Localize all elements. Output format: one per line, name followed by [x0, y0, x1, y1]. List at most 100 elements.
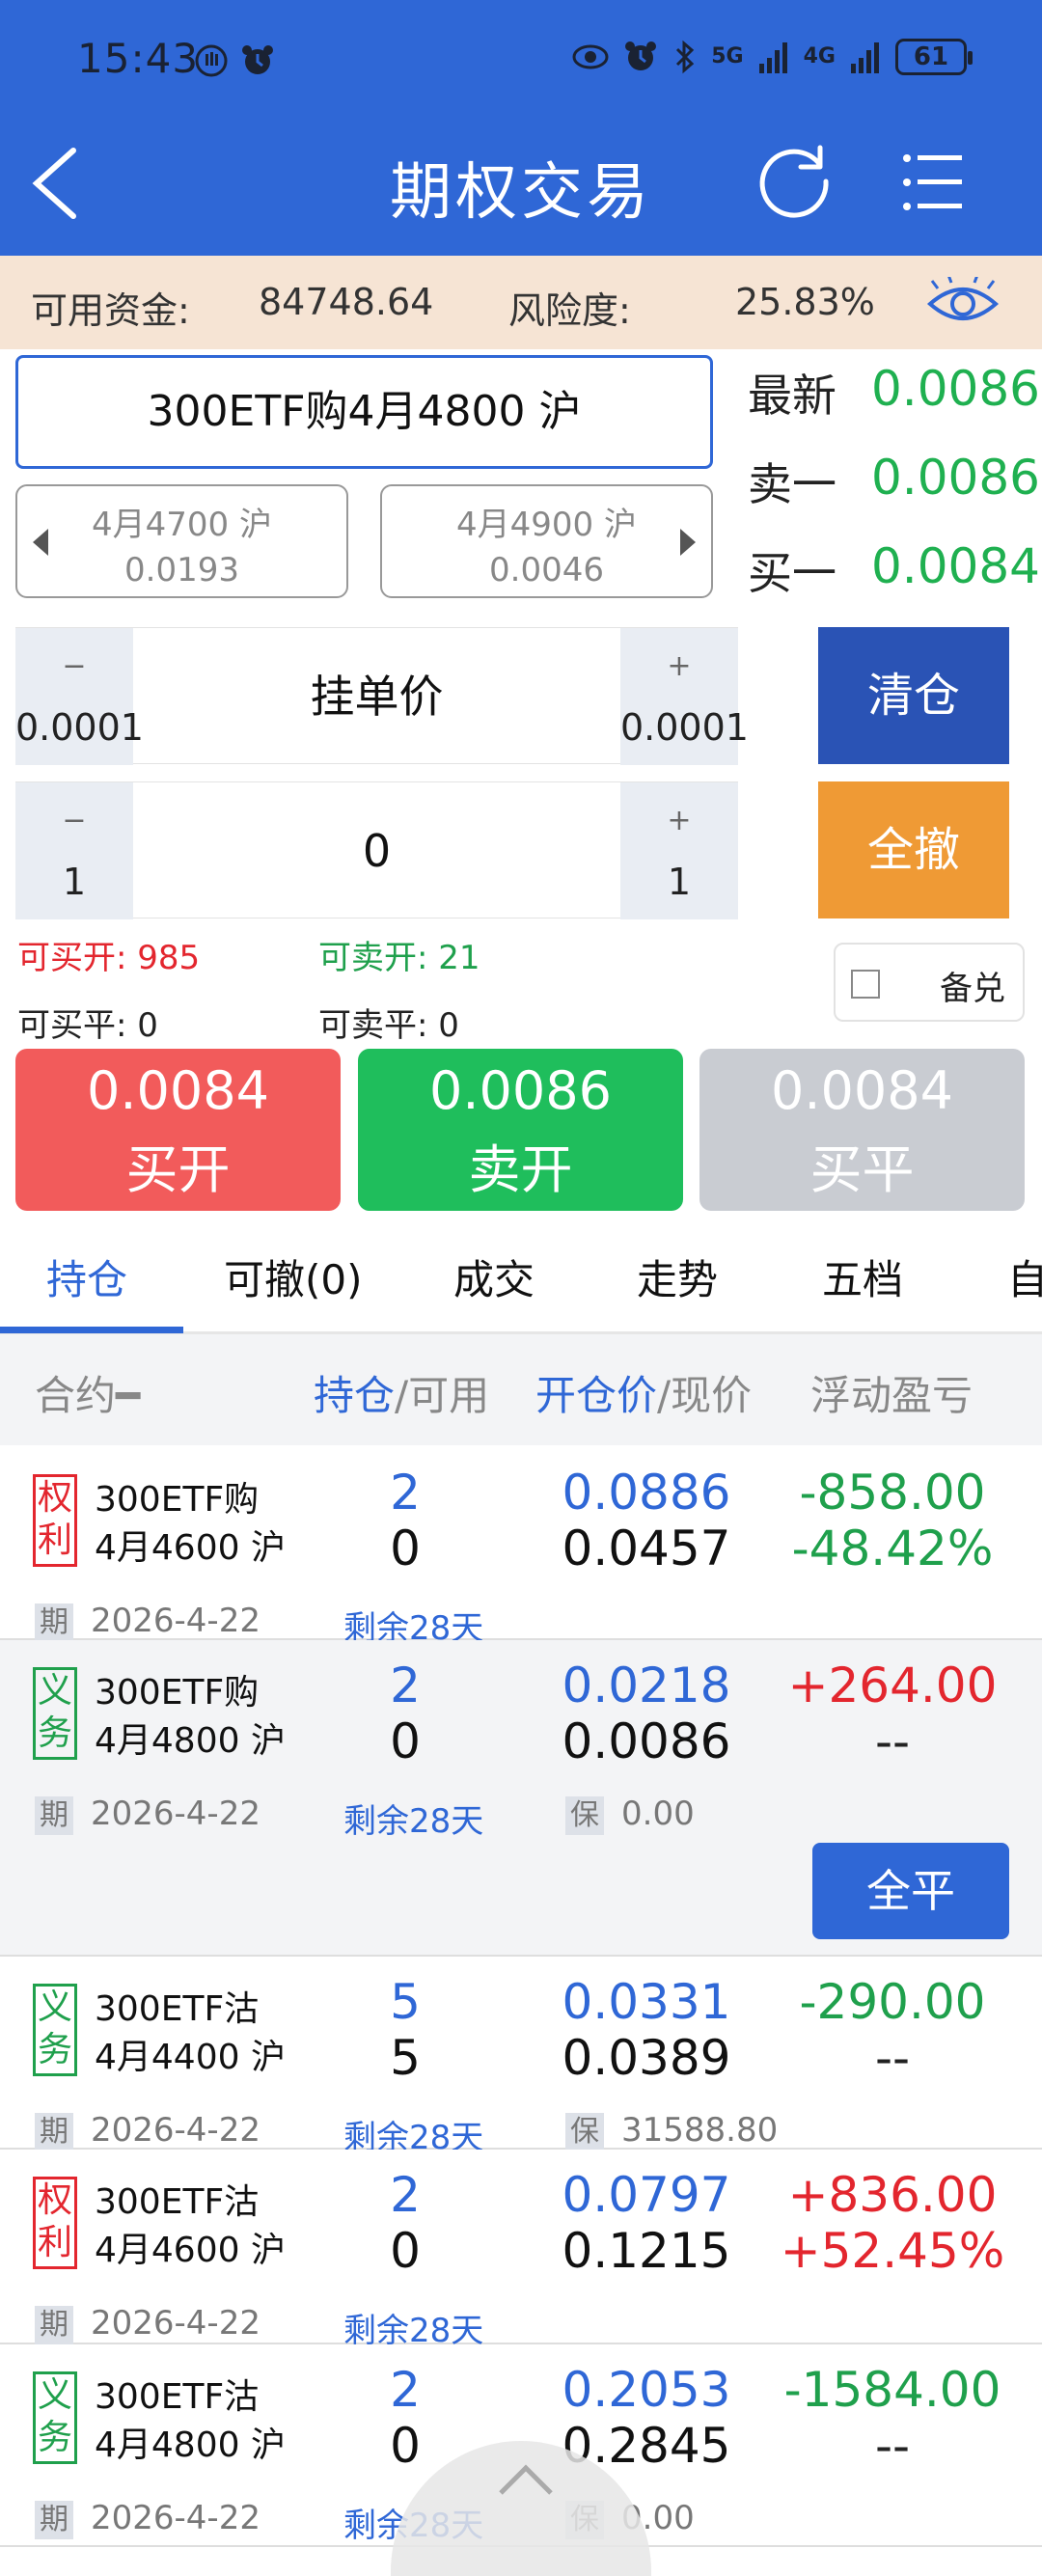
current-price: 0.1215 — [562, 2223, 731, 2279]
quantity-step-value: 1 — [667, 861, 692, 903]
next-contract-button[interactable]: 4月4900 沪 0.0046 — [380, 484, 713, 598]
covered-checkbox[interactable]: 备兑 — [834, 943, 1025, 1022]
pnl-percent: -- — [874, 2418, 911, 2474]
expiry-tag: 期 — [35, 2306, 73, 2344]
triangle-left-icon — [33, 529, 48, 556]
pnl-percent: -- — [874, 2030, 911, 2086]
risk-value: 25.83% — [735, 281, 875, 323]
expiry-info: 期 2026-4-22 — [35, 1795, 260, 1835]
quote-latest: 最新 0.0086 — [748, 361, 1040, 425]
expiry-date: 2026-4-22 — [91, 2111, 260, 2150]
contract-name-line: 4月4600 沪 — [95, 2231, 286, 2270]
risk-label: 风险度: — [508, 289, 631, 332]
pnl-percent: -48.42% — [791, 1521, 994, 1576]
eye-icon[interactable] — [926, 274, 1000, 327]
contract-name: 300ETF购 4月4600 沪 — [95, 1476, 286, 1573]
sell-open-button[interactable]: 0.0086 卖开 — [358, 1049, 683, 1211]
top-bar: 15:43 5G 4G 61 期权交易 — [0, 0, 1042, 256]
tag-char: 义 — [37, 1987, 72, 2027]
pnl-value: +836.00 — [787, 2167, 998, 2223]
alarm-icon — [239, 42, 276, 79]
header-price: 开仓价/现价 — [535, 1363, 752, 1422]
expiry-date: 2026-4-22 — [91, 2499, 260, 2537]
page-title: 期权交易 — [390, 157, 652, 229]
quantity-step-value: 1 — [62, 861, 87, 903]
eye-icon — [572, 39, 609, 75]
tag-char: 务 — [37, 2030, 72, 2069]
position-type-tag: 义务 — [33, 1667, 77, 1760]
close-all-button[interactable]: 全平 — [812, 1843, 1009, 1939]
quantity-input[interactable]: 0 — [133, 782, 620, 919]
header-pnl: 浮动盈亏 — [810, 1372, 973, 1419]
header-position-main: 持仓 — [314, 1372, 396, 1419]
available-qty: 0 — [390, 1521, 421, 1576]
price-stepper: − 0.0001 挂单价 + 0.0001 — [15, 627, 749, 765]
hold-qty: 5 — [390, 1974, 421, 2030]
buy-close-button[interactable]: 0.0084 买平 — [699, 1049, 1025, 1211]
network-4g-label: 4G — [803, 44, 836, 69]
price-input[interactable]: 挂单价 — [133, 628, 620, 765]
position-type-tag: 权利 — [33, 1474, 77, 1567]
checkbox-icon — [851, 970, 880, 999]
battery-indicator: 61 — [895, 39, 973, 75]
cancel-all-button[interactable]: 全撤 — [818, 781, 1009, 918]
open-price: 0.2053 — [562, 2362, 731, 2418]
margin-tag: 保 — [565, 2113, 604, 2151]
status-right-icons: 5G 4G 61 — [572, 39, 973, 75]
expiry-date: 2026-4-22 — [91, 2304, 260, 2343]
tab-more[interactable]: 自 — [1007, 1247, 1042, 1306]
covered-label: 备兑 — [940, 970, 1005, 1008]
tab-trend[interactable]: 走势 — [637, 1247, 718, 1306]
quantity-increase-button[interactable]: + 1 — [620, 782, 738, 919]
quote-label: 卖一 — [748, 458, 836, 510]
available-funds-value: 84748.64 — [259, 281, 434, 323]
hold-qty: 2 — [390, 1658, 421, 1713]
header-price-main: 开仓价 — [535, 1372, 658, 1419]
contract-name-line: 4月4800 沪 — [95, 1721, 286, 1761]
menu-button[interactable] — [902, 152, 964, 212]
price-increase-button[interactable]: + 0.0001 — [620, 628, 749, 765]
tab-trades[interactable]: 成交 — [453, 1247, 535, 1306]
position-row[interactable]: 权利 300ETF购 4月4600 沪 2 0 0.0886 0.0457 -858.00 -4… — [0, 1447, 1042, 1648]
can-sell-open: 可卖开: 21 — [318, 939, 480, 977]
open-price: 0.0797 — [562, 2167, 731, 2223]
pnl-value: -858.00 — [799, 1465, 986, 1521]
quantity-decrease-button[interactable]: − 1 — [15, 782, 133, 919]
header-contract[interactable]: 合约━ — [35, 1363, 140, 1422]
tab-cancelable[interactable]: 可撤(0) — [224, 1247, 363, 1306]
signal-icon — [849, 39, 882, 75]
contract-name-line: 300ETF沽 — [95, 2182, 260, 2222]
margin-value: 31588.80 — [621, 2111, 779, 2150]
refresh-button[interactable] — [753, 140, 836, 223]
close-position-button[interactable]: 清仓 — [818, 627, 1009, 764]
position-row[interactable]: 义务 300ETF购 4月4800 沪 2 0 0.0218 0.0086 +264.00 --… — [0, 1640, 1042, 1957]
position-row[interactable]: 权利 300ETF沽 4月4600 沪 2 0 0.0797 0.1215 +836.00 +5… — [0, 2150, 1042, 2350]
order-price: 0.0086 — [429, 1060, 612, 1121]
contract-name-line: 300ETF沽 — [95, 2377, 260, 2417]
order-price: 0.0084 — [771, 1060, 953, 1121]
can-sell-close: 可卖平: 0 — [318, 1006, 459, 1045]
price-decrease-button[interactable]: − 0.0001 — [15, 628, 144, 765]
expiry-tag: 期 — [35, 2113, 73, 2151]
contract-name-line: 300ETF沽 — [95, 1989, 260, 2029]
buy-open-button[interactable]: 0.0084 买开 — [15, 1049, 341, 1211]
next-contract-name: 4月4900 沪 — [456, 506, 637, 544]
position-type-tag: 义务 — [33, 2371, 77, 2464]
pnl-percent: -- — [874, 1713, 911, 1769]
tag-char: 利 — [37, 2223, 72, 2262]
open-price: 0.0331 — [562, 1974, 731, 2030]
tab-positions[interactable]: 持仓 — [46, 1247, 127, 1306]
header-position-sub: /可用 — [395, 1372, 490, 1419]
can-buy-open: 可买开: 985 — [17, 939, 201, 977]
prev-contract-button[interactable]: 4月4700 沪 0.0193 — [15, 484, 348, 598]
contract-selector[interactable]: 300ETF购4月4800 沪 — [15, 355, 713, 469]
pnl-value: +264.00 — [787, 1658, 998, 1713]
tab-depth[interactable]: 五档 — [822, 1247, 903, 1306]
tag-char: 权 — [37, 1478, 72, 1518]
quote-label: 买一 — [748, 547, 836, 599]
quote-bid1: 买一 0.0084 — [748, 538, 1040, 602]
position-row[interactable]: 义务 300ETF沽 4月4400 沪 5 5 0.0331 0.0389 -290.00 --… — [0, 1957, 1042, 2157]
quote-value: 0.0084 — [871, 538, 1040, 594]
order-action: 买开 — [125, 1139, 231, 1200]
next-contract-price: 0.0046 — [489, 551, 604, 589]
